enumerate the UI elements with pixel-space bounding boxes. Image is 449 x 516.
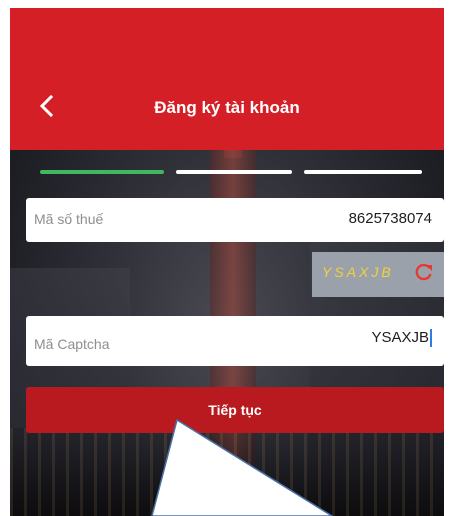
callout-pointer (151, 418, 334, 516)
app-frame: Đăng ký tài khoản Mã số thuế 8625738074 … (0, 0, 449, 516)
